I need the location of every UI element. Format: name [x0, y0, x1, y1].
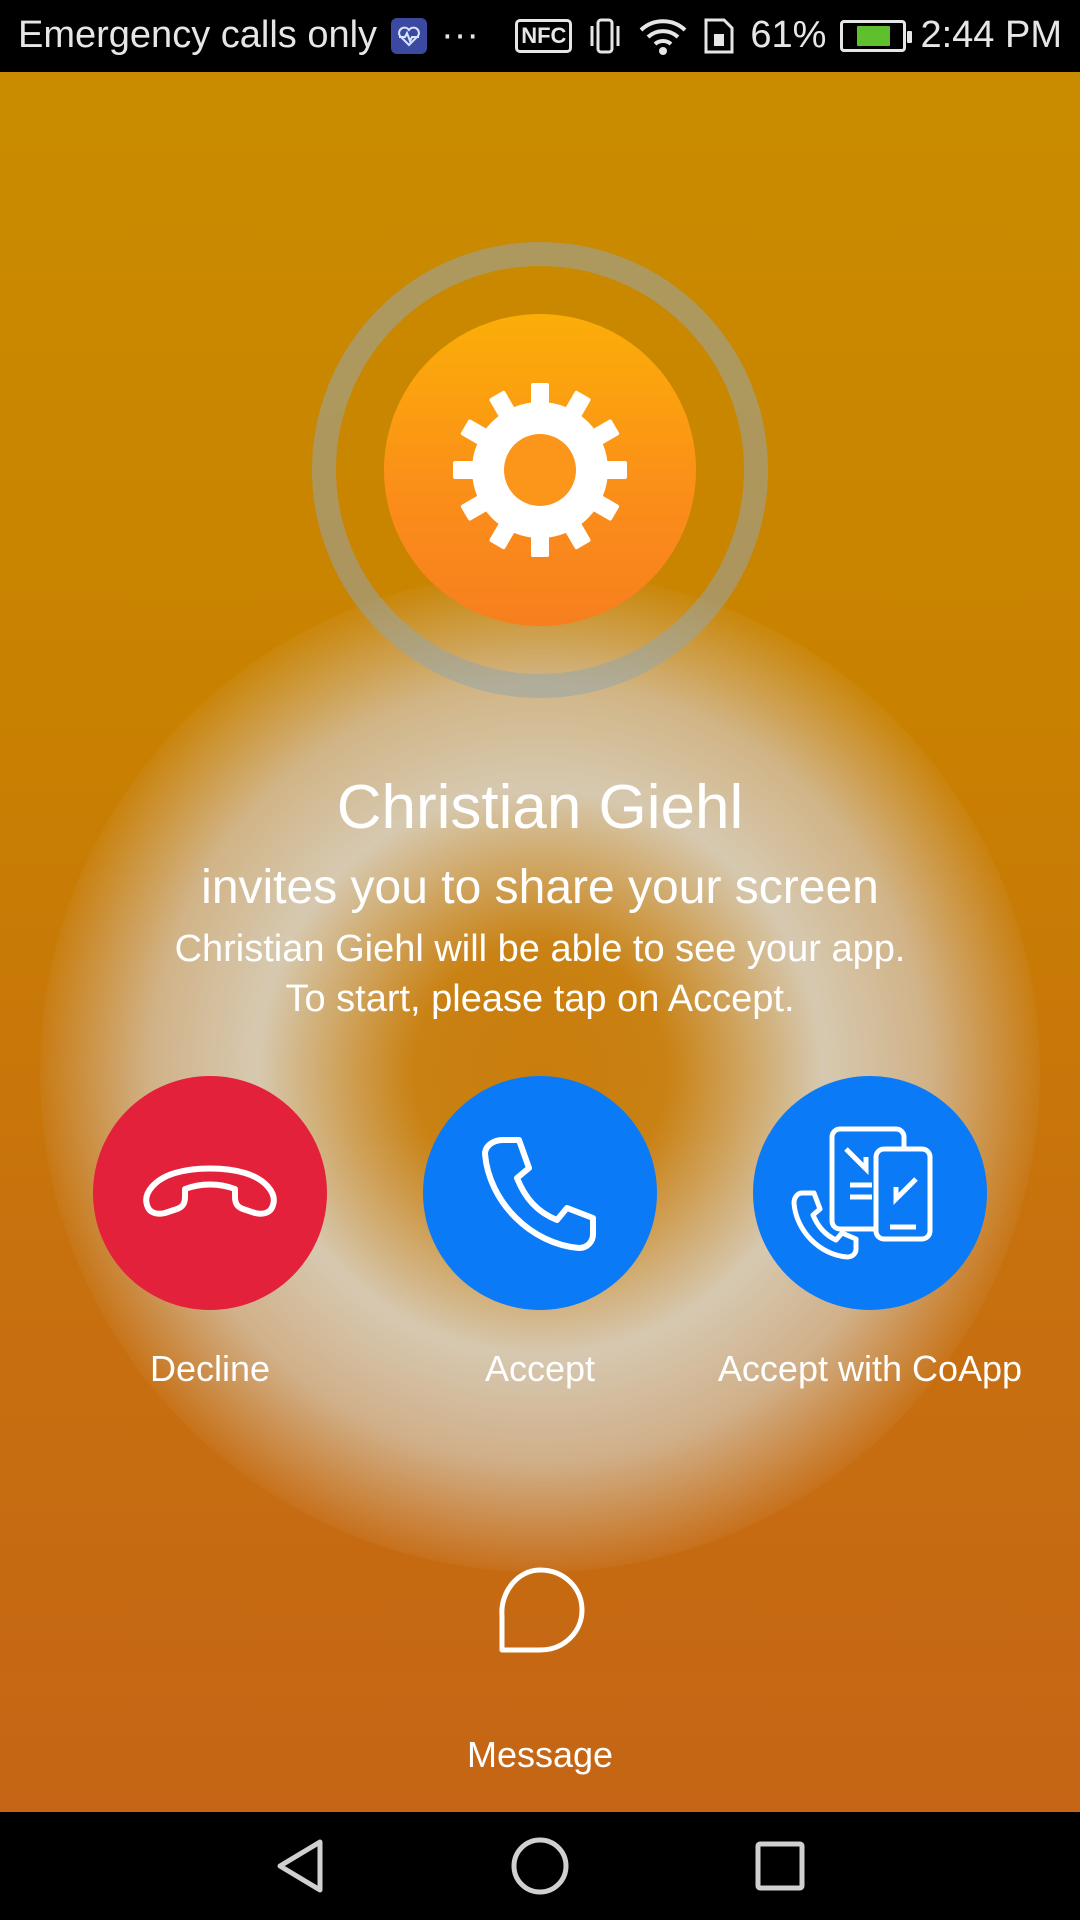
carrier-text: Emergency calls only	[18, 14, 378, 56]
message-button[interactable]	[480, 1552, 600, 1672]
sim-icon	[702, 16, 736, 56]
hang-up-icon	[143, 1165, 277, 1217]
decline-button[interactable]	[93, 1076, 327, 1310]
incoming-call-screen: Christian Giehl invites you to share you…	[0, 72, 1080, 1812]
navigation-bar	[0, 1812, 1080, 1920]
battery-level-fill	[857, 25, 890, 46]
accept-label: Accept	[484, 1348, 596, 1389]
health-app-icon	[391, 17, 428, 54]
info-text-line-2: To start, please tap on Accept.	[285, 978, 795, 1020]
caller-avatar	[384, 314, 696, 626]
info-text-line-1: Christian Giehl will be able to see your…	[174, 928, 906, 970]
message-label: Message	[466, 1734, 614, 1775]
status-bar: Emergency calls only ··· NFC 61% 2:44 PM	[0, 0, 1080, 72]
home-icon	[511, 1837, 569, 1895]
nfc-icon: NFC	[515, 18, 573, 53]
caller-name: Christian Giehl	[336, 773, 744, 842]
coapp-share-icon	[791, 1126, 933, 1260]
gear-icon	[453, 383, 627, 557]
accept-with-coapp-label: Accept with CoApp	[717, 1348, 1023, 1389]
background-glow	[40, 572, 1040, 1572]
battery-charging-icon	[840, 19, 913, 52]
wifi-icon	[638, 16, 688, 56]
back-button[interactable]	[260, 1834, 340, 1898]
invite-text: invites you to share your screen	[201, 861, 879, 914]
home-button[interactable]	[500, 1834, 580, 1898]
clock: 2:44 PM	[920, 14, 1062, 56]
accept-with-coapp-button[interactable]	[753, 1076, 987, 1310]
recents-icon	[755, 1841, 805, 1891]
back-icon	[277, 1839, 323, 1893]
battery-percent: 61%	[750, 14, 827, 56]
vibrate-icon	[586, 16, 624, 56]
accept-button[interactable]	[423, 1076, 657, 1310]
more-notifications-icon: ···	[441, 14, 480, 56]
message-bubble-icon	[499, 1567, 585, 1653]
decline-label: Decline	[149, 1348, 271, 1389]
phone-icon	[482, 1137, 596, 1251]
recents-button[interactable]	[740, 1834, 820, 1898]
